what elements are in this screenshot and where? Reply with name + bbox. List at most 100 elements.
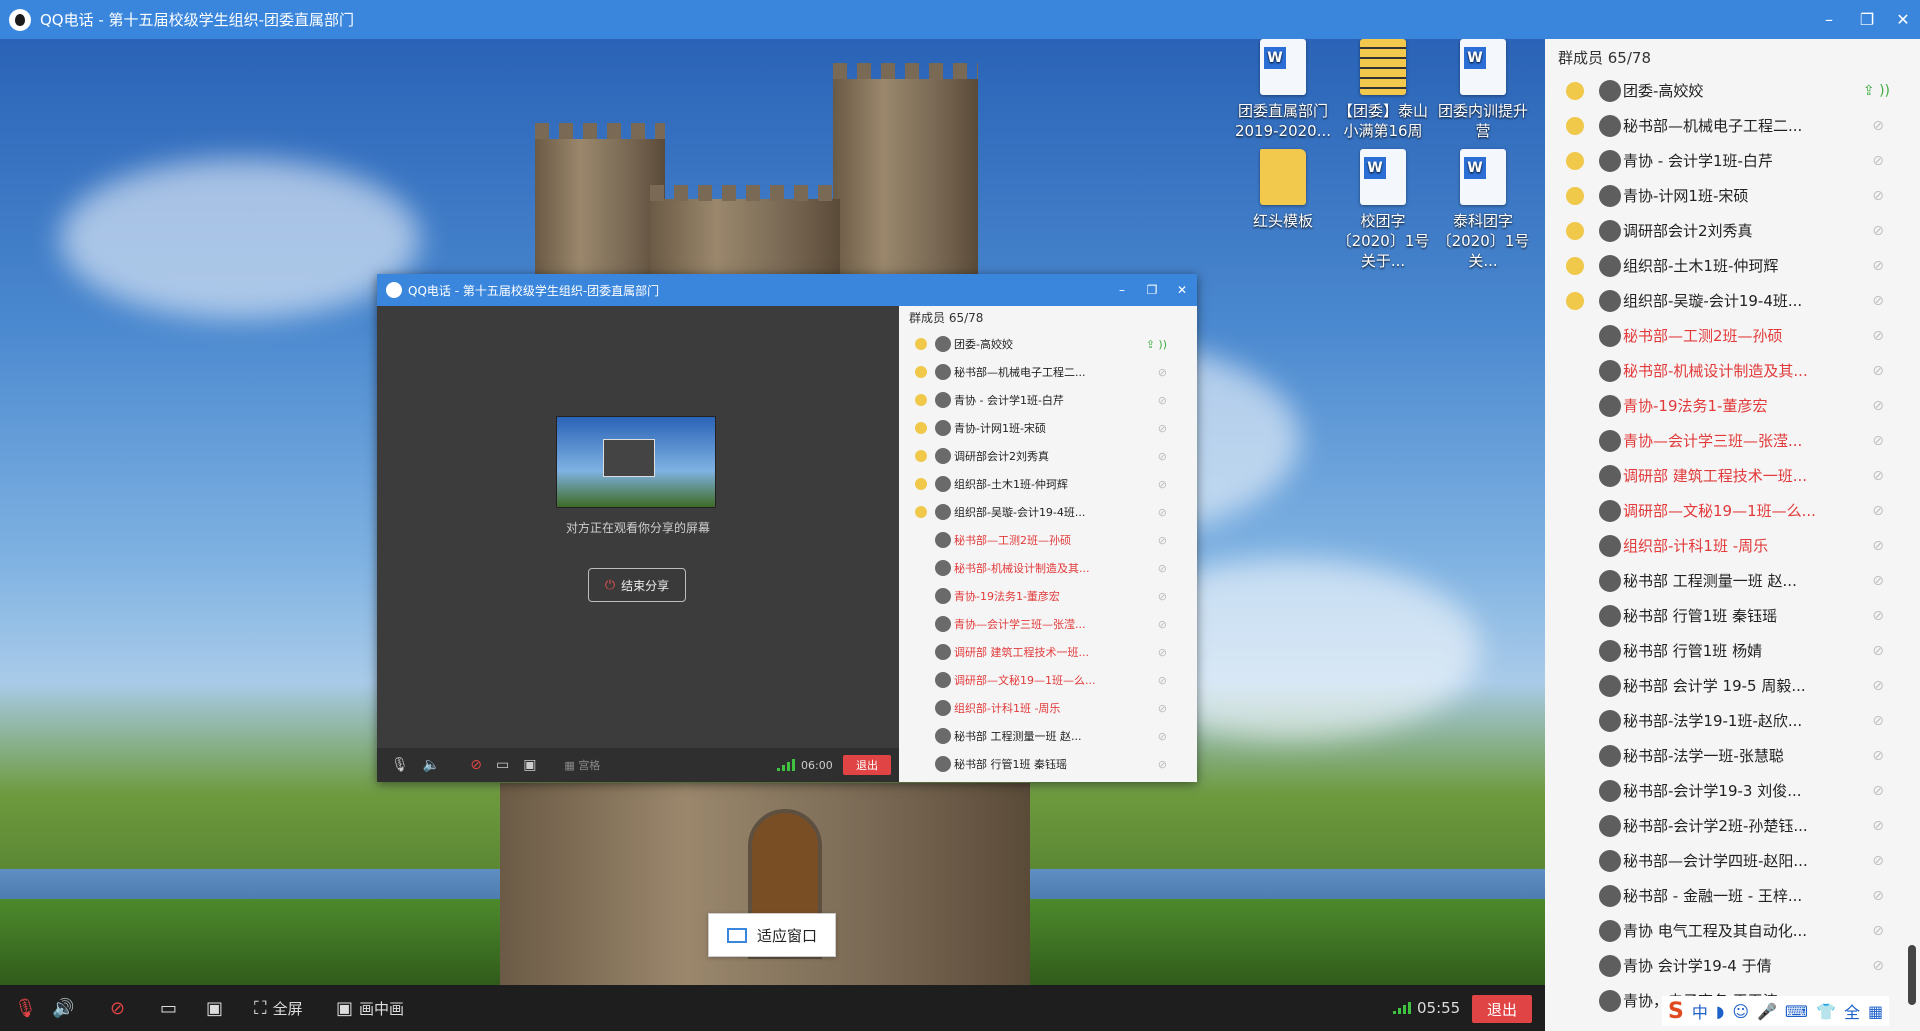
mic-icon[interactable]: 🎙 [391, 757, 409, 773]
member-row[interactable]: 青协 - 会计学1班-白芹 ⊘ [899, 386, 1197, 414]
member-row[interactable]: 组织部-土木1班-仲珂辉 ⊘ [899, 470, 1197, 498]
member-row[interactable]: 秘书部—工测2班—孙硕 ⊘ [1545, 318, 1920, 353]
member-row[interactable]: 秘书部—机械电子工程二... ⊘ [899, 358, 1197, 386]
fullscreen-button[interactable]: ⛶ 全屏 [254, 985, 303, 1031]
member-row[interactable]: 秘书部 会计学 19-5 周毅... ⊘ [1545, 668, 1920, 703]
mic-muted-icon: ⊘ [1872, 642, 1884, 659]
member-name: 调研部会计2刘秀真 [954, 450, 1049, 463]
grid-view-button[interactable]: ▦ 宫格 [564, 757, 600, 773]
end-share-button[interactable]: ⏻ 结束分享 [588, 568, 686, 602]
inner-maximize-button[interactable]: ❐ [1137, 274, 1167, 306]
member-row[interactable]: 秘书部-机械设计制造及其... ⊘ [899, 554, 1197, 582]
mic-muted-icon: ⊘ [1157, 617, 1167, 631]
desktop-icon[interactable]: 校团字〔2020〕1号关于... [1333, 149, 1433, 271]
close-button[interactable]: ✕ [1880, 0, 1920, 39]
desktop-icon[interactable]: 红头模板 [1233, 149, 1333, 231]
whiteboard-icon[interactable]: ▣ [523, 757, 536, 773]
person-icon [1566, 327, 1584, 345]
member-row[interactable]: 组织部-吴璇-会计19-4班... ⊘ [899, 498, 1197, 526]
person-icon [915, 450, 927, 462]
window-titlebar: QQ电话 - 第十五届校级学生组织-团委直属部门 – ❐ ✕ [0, 0, 1920, 39]
ime-voice-icon[interactable]: 🎤 [1757, 1002, 1777, 1021]
mic-muted-icon[interactable]: 🎙 [14, 985, 37, 1031]
member-row[interactable]: 团委-高姣姣 ⇪ )) [1545, 73, 1920, 108]
member-row[interactable]: 调研部会计2刘秀真 ⊘ [1545, 213, 1920, 248]
member-row[interactable]: 秘书部—工测2班—孙硕 ⊘ [899, 526, 1197, 554]
ime-skin-icon[interactable]: 👕 [1816, 1002, 1836, 1021]
member-row[interactable]: 组织部-吴璇-会计19-4班... ⊘ [1545, 283, 1920, 318]
member-row[interactable]: 青协-19法务1-董彦宏 ⊘ [1545, 388, 1920, 423]
desktop-icon[interactable]: 【团委】泰山小满第16周 [1333, 39, 1433, 141]
pip-button[interactable]: ▣ 画中画 [336, 985, 404, 1031]
inner-close-button[interactable]: ✕ [1167, 274, 1197, 306]
avatar [1599, 954, 1621, 977]
member-row[interactable]: 调研部会计2刘秀真 ⊘ [899, 442, 1197, 470]
member-row[interactable]: 调研部—文秘19—1班—么... ⊘ [899, 666, 1197, 694]
member-row[interactable]: 秘书部-法学19-1班-赵欣... ⊘ [1545, 703, 1920, 738]
member-row[interactable]: 秘书部—机械电子工程二... ⊘ [1545, 108, 1920, 143]
member-row[interactable]: 组织部-土木1班-仲珂辉 ⊘ [1545, 248, 1920, 283]
member-row[interactable]: 青协-计网1班-宋硕 ⊘ [1545, 178, 1920, 213]
speaker-icon[interactable]: 🔊 [52, 985, 74, 1031]
avatar [1599, 674, 1621, 697]
avatar [1599, 464, 1621, 487]
member-row[interactable]: 青协 会计学19-4 于倩 ⊘ [1545, 948, 1920, 983]
member-row[interactable]: 组织部-计科1班 -周乐 ⊘ [899, 694, 1197, 722]
fit-window-button[interactable]: 适应窗口 [708, 913, 836, 957]
avatar [935, 532, 951, 548]
share-screen-icon[interactable]: ▭ [160, 985, 177, 1031]
ime-menu-icon[interactable]: ▦ [1868, 1002, 1883, 1021]
mic-muted-icon: ⊘ [1872, 712, 1884, 729]
desktop-icon[interactable]: 团委直属部门 2019-2020... [1233, 39, 1333, 141]
mic-muted-icon: ⊘ [1872, 887, 1884, 904]
member-row[interactable]: 调研部—文秘19—1班—么... ⊘ [1545, 493, 1920, 528]
archive-icon [1360, 39, 1406, 95]
member-row[interactable]: 青协 - 会计学1班-白芹 ⊘ [1545, 143, 1920, 178]
member-row[interactable]: 青协—会计学三班—张滢... ⊘ [899, 610, 1197, 638]
ime-moon-icon[interactable]: ◗ [1716, 1002, 1724, 1021]
member-row[interactable]: 秘书部 行管1班 秦钰瑶 ⊘ [1545, 598, 1920, 633]
member-row[interactable]: 秘书部-会计学19-3 刘俊... ⊘ [1545, 773, 1920, 808]
member-row[interactable]: 秘书部 行管1班 秦钰瑶 ⊘ [899, 750, 1197, 778]
person-icon [1566, 221, 1584, 240]
exit-call-button[interactable]: 退出 [1472, 995, 1532, 1023]
member-name: 秘书部-机械设计制造及其... [1623, 362, 1808, 380]
avatar [1599, 289, 1621, 312]
speaker-icon[interactable]: 🔈 [423, 757, 440, 773]
camera-off-icon[interactable]: ⊘ [110, 985, 125, 1031]
member-row[interactable]: 青协-19法务1-董彦宏 ⊘ [899, 582, 1197, 610]
ime-keyboard-icon[interactable]: ⌨ [1785, 1002, 1808, 1021]
member-row[interactable]: 秘书部-法学一班-张慧聪 ⊘ [1545, 738, 1920, 773]
member-row[interactable]: 秘书部 行管1班 杨婧 ⊘ [1545, 633, 1920, 668]
member-name: 青协-19法务1-董彦宏 [954, 590, 1060, 603]
person-icon [1566, 116, 1584, 135]
member-row[interactable]: 调研部 建筑工程技术一班... ⊘ [899, 638, 1197, 666]
whiteboard-icon[interactable]: ▣ [206, 985, 223, 1031]
desktop-icon[interactable]: 团委内训提升营 [1433, 39, 1533, 141]
member-row[interactable]: 青协 电气工程及其自动化... ⊘ [1545, 913, 1920, 948]
ime-chinese-mode[interactable]: 中 [1692, 999, 1708, 1023]
member-list-scrollbar[interactable] [1908, 945, 1916, 1005]
member-row[interactable]: 秘书部-机械设计制造及其... ⊘ [1545, 353, 1920, 388]
signal-icon [777, 759, 795, 771]
member-row[interactable]: 调研部 建筑工程技术一班... ⊘ [1545, 458, 1920, 493]
sharing-status-text: 对方正在观看你分享的屏幕 [565, 521, 710, 535]
member-row[interactable]: 秘书部-会计学2班-孙楚钰... ⊘ [1545, 808, 1920, 843]
member-row[interactable]: 秘书部—会计学四班-赵阳... ⊘ [1545, 843, 1920, 878]
share-screen-icon[interactable]: ▭ [496, 757, 509, 773]
ime-fullwidth-icon[interactable]: 全 [1844, 999, 1860, 1023]
ime-emoji-icon[interactable]: ☺ [1732, 1002, 1749, 1021]
member-row[interactable]: 秘书部 工程测量一班 赵... ⊘ [1545, 563, 1920, 598]
inner-exit-button[interactable]: 退出 [843, 755, 891, 775]
desktop-icon[interactable]: 泰科团字〔2020〕1号关... [1433, 149, 1533, 271]
inner-minimize-button[interactable]: – [1107, 274, 1137, 306]
camera-off-icon[interactable]: ⊘ [470, 757, 482, 773]
call-toolbar: 🎙 🔊 ⊘ ▭ ▣ ⛶ 全屏 ▣ 画中画 05:55 退出 [0, 985, 1545, 1031]
member-row[interactable]: 青协—会计学三班—张滢... ⊘ [1545, 423, 1920, 458]
member-row[interactable]: 组织部-计科1班 -周乐 ⊘ [1545, 528, 1920, 563]
ime-toolbar[interactable]: S 中 ◗ ☺ 🎤 ⌨ 👕 全 ▦ [1662, 996, 1890, 1026]
member-row[interactable]: 青协-计网1班-宋硕 ⊘ [899, 414, 1197, 442]
member-row[interactable]: 秘书部 工程测量一班 赵... ⊘ [899, 722, 1197, 750]
member-row[interactable]: 秘书部 - 金融一班 - 王梓... ⊘ [1545, 878, 1920, 913]
member-row[interactable]: 团委-高姣姣 ⇪ )) [899, 330, 1197, 358]
